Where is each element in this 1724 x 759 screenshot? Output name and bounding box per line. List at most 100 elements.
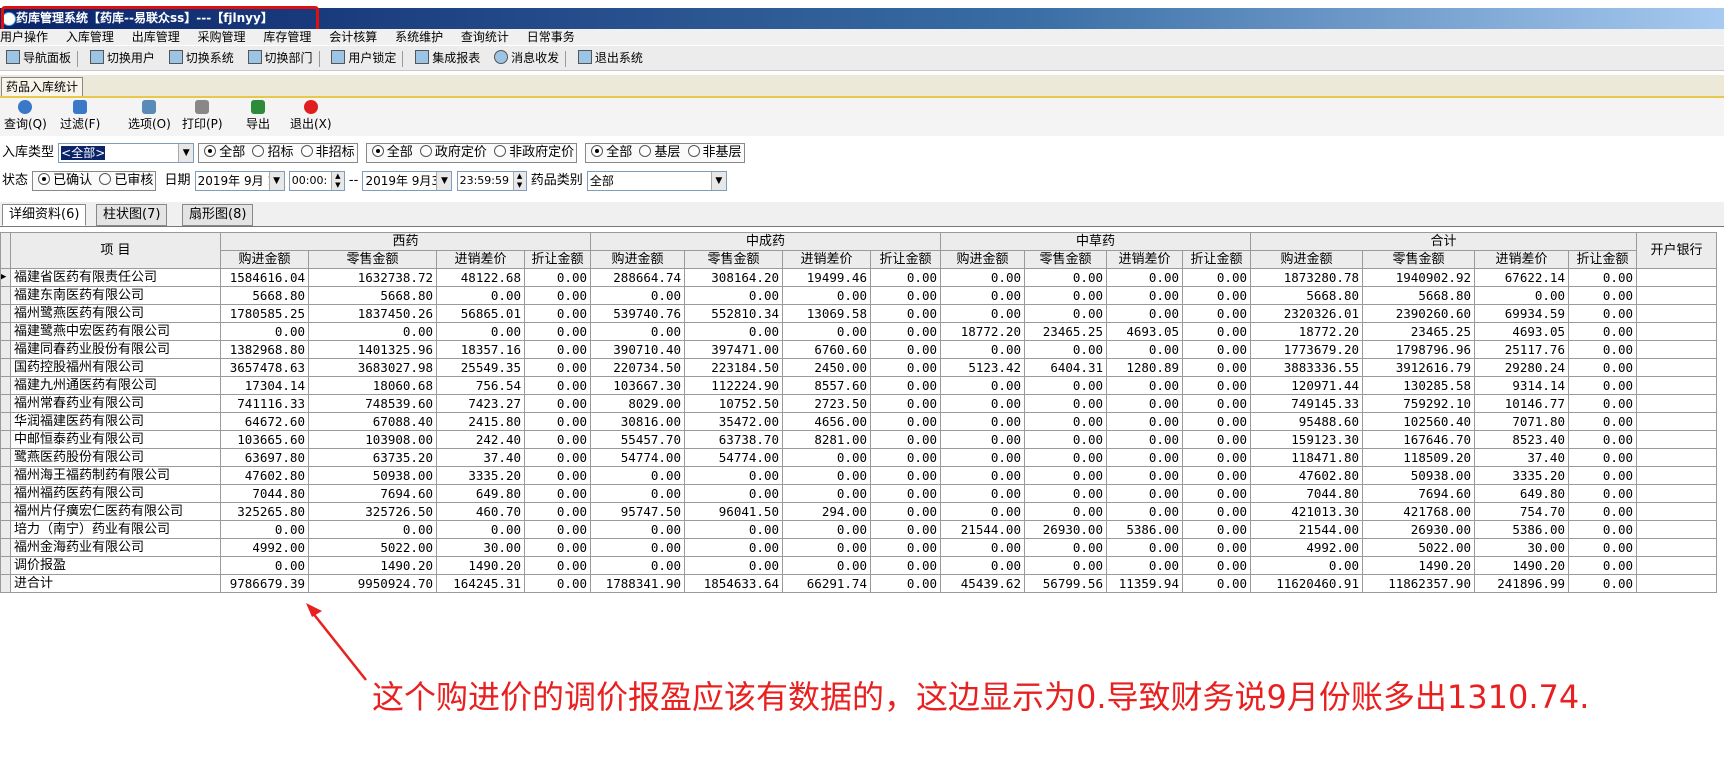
value-cell[interactable]: 0.00 [782, 484, 871, 503]
value-cell[interactable]: 8029.00 [590, 394, 685, 413]
supplier-name-cell[interactable]: 福州常春药业有限公司 [10, 394, 221, 413]
menu-system[interactable]: 系统维护 [395, 29, 443, 45]
value-cell[interactable]: 67088.40 [308, 412, 437, 431]
value-cell[interactable]: 9950924.70 [308, 574, 437, 593]
value-cell[interactable]: 1401325.96 [308, 340, 437, 359]
tab-pie-chart[interactable]: 扇形图(8) [182, 204, 254, 226]
level-non-basic-radio[interactable] [687, 144, 700, 157]
value-cell[interactable]: 0.00 [940, 538, 1025, 557]
value-cell[interactable]: 55457.70 [590, 430, 685, 449]
value-cell[interactable]: 0.00 [1024, 448, 1107, 467]
value-cell[interactable]: 0.00 [524, 322, 591, 341]
value-cell[interactable]: 5386.00 [1474, 520, 1569, 539]
value-cell[interactable]: 0.00 [524, 484, 591, 503]
value-cell[interactable]: 8523.40 [1474, 430, 1569, 449]
value-cell[interactable]: 308164.20 [684, 268, 783, 287]
table-row[interactable]: 培力（南宁）药业有限公司 0.00 0.00 0.00 0.00 0.00 0.00 0.00… [0, 520, 1717, 539]
bank-cell[interactable] [1636, 358, 1717, 377]
value-cell[interactable]: 0.00 [870, 412, 941, 431]
sub-header-3[interactable]: 折让金额 [1568, 250, 1637, 269]
value-cell[interactable]: 0.00 [782, 286, 871, 305]
value-cell[interactable]: 0.00 [1106, 448, 1183, 467]
value-cell[interactable]: 118471.80 [1250, 448, 1363, 467]
value-cell[interactable]: 56799.56 [1024, 574, 1107, 593]
value-cell[interactable]: 0.00 [1568, 502, 1637, 521]
value-cell[interactable]: 9314.14 [1474, 376, 1569, 395]
value-cell[interactable]: 0.00 [1568, 376, 1637, 395]
value-cell[interactable]: 0.00 [1568, 448, 1637, 467]
value-cell[interactable]: 0.00 [1024, 304, 1107, 323]
value-cell[interactable]: 0.00 [1106, 394, 1183, 413]
value-cell[interactable]: 0.00 [524, 376, 591, 395]
table-row[interactable]: 福州鹭燕医药有限公司 1780585.25 1837450.26 56865.01 0.… [0, 304, 1717, 323]
value-cell[interactable]: 0.00 [524, 358, 591, 377]
value-cell[interactable]: 18772.20 [940, 322, 1025, 341]
value-cell[interactable]: 0.00 [870, 466, 941, 485]
value-cell[interactable]: 56865.01 [436, 304, 525, 323]
value-cell[interactable]: 0.00 [1106, 412, 1183, 431]
value-cell[interactable]: 0.00 [940, 502, 1025, 521]
sub-header-0[interactable]: 购进金额 [940, 250, 1025, 269]
value-cell[interactable]: 0.00 [1024, 286, 1107, 305]
value-cell[interactable]: 2320326.01 [1250, 304, 1363, 323]
table-row[interactable]: 国药控股福州有限公司 3657478.63 3683027.98 25549.35 0.… [0, 358, 1717, 377]
value-cell[interactable]: 0.00 [684, 466, 783, 485]
value-cell[interactable]: 64672.60 [220, 412, 309, 431]
value-cell[interactable]: 0.00 [870, 556, 941, 575]
value-cell[interactable]: 0.00 [1568, 412, 1637, 431]
value-cell[interactable]: 0.00 [524, 430, 591, 449]
value-cell[interactable]: 0.00 [1106, 286, 1183, 305]
value-cell[interactable]: 0.00 [590, 286, 685, 305]
value-cell[interactable]: 13069.58 [782, 304, 871, 323]
date-to-picker[interactable]: 2019年 9月30 ▼ [362, 170, 453, 191]
supplier-name-cell[interactable]: 福建省医药有限责任公司 [10, 268, 221, 287]
menu-accounting[interactable]: 会计核算 [329, 29, 377, 45]
value-cell[interactable]: 50938.00 [1362, 466, 1475, 485]
value-cell[interactable]: 1490.20 [308, 556, 437, 575]
bank-cell[interactable] [1636, 304, 1717, 323]
status-audited-radio[interactable] [99, 172, 112, 185]
value-cell[interactable]: 0.00 [524, 304, 591, 323]
value-cell[interactable]: 0.00 [870, 304, 941, 323]
lock-user-button[interactable]: 用户锁定 [331, 46, 396, 70]
bank-cell[interactable] [1636, 574, 1717, 593]
value-cell[interactable]: 1382968.80 [220, 340, 309, 359]
sub-header-1[interactable]: 零售金额 [308, 250, 437, 269]
value-cell[interactable]: 0.00 [590, 322, 685, 341]
value-cell[interactable]: 0.00 [1568, 268, 1637, 287]
value-cell[interactable]: 0.00 [1182, 574, 1251, 593]
value-cell[interactable]: 749145.33 [1250, 394, 1363, 413]
bank-cell[interactable] [1636, 466, 1717, 485]
bank-cell[interactable] [1636, 502, 1717, 521]
value-cell[interactable]: 112224.90 [684, 376, 783, 395]
value-cell[interactable]: 66291.74 [782, 574, 871, 593]
value-cell[interactable]: 18357.16 [436, 340, 525, 359]
value-cell[interactable]: 1837450.26 [308, 304, 437, 323]
value-cell[interactable]: 11359.94 [1106, 574, 1183, 593]
drug-category-select[interactable]: 全部 ▼ [586, 170, 727, 191]
value-cell[interactable]: 0.00 [940, 466, 1025, 485]
level-all-radio[interactable] [591, 144, 604, 157]
value-cell[interactable]: 0.00 [1024, 340, 1107, 359]
time-to-spinner[interactable]: 23:59:59 ▲ ▼ [456, 170, 527, 191]
supplier-name-cell[interactable]: 福建同春药业股份有限公司 [10, 340, 221, 359]
value-cell[interactable]: 0.00 [590, 556, 685, 575]
value-cell[interactable]: 0.00 [1182, 304, 1251, 323]
nav-panel-button[interactable]: 导航面板 [6, 46, 71, 70]
sub-header-1[interactable]: 零售金额 [684, 250, 783, 269]
supplier-name-cell[interactable]: 福州鹭燕医药有限公司 [10, 304, 221, 323]
price-gov-radio[interactable] [419, 144, 432, 157]
value-cell[interactable]: 0.00 [524, 412, 591, 431]
value-cell[interactable]: 47602.80 [1250, 466, 1363, 485]
value-cell[interactable]: 0.00 [870, 574, 941, 593]
value-cell[interactable]: 0.00 [220, 520, 309, 539]
value-cell[interactable]: 397471.00 [684, 340, 783, 359]
value-cell[interactable]: 0.00 [1568, 394, 1637, 413]
item-column-header[interactable]: 项 目 [10, 232, 221, 269]
supplier-name-cell[interactable]: 华润福建医药有限公司 [10, 412, 221, 431]
value-cell[interactable]: 6404.31 [1024, 358, 1107, 377]
sub-header-0[interactable]: 购进金额 [590, 250, 685, 269]
value-cell[interactable]: 0.00 [1568, 340, 1637, 359]
value-cell[interactable]: 0.00 [1024, 466, 1107, 485]
value-cell[interactable]: 164245.31 [436, 574, 525, 593]
